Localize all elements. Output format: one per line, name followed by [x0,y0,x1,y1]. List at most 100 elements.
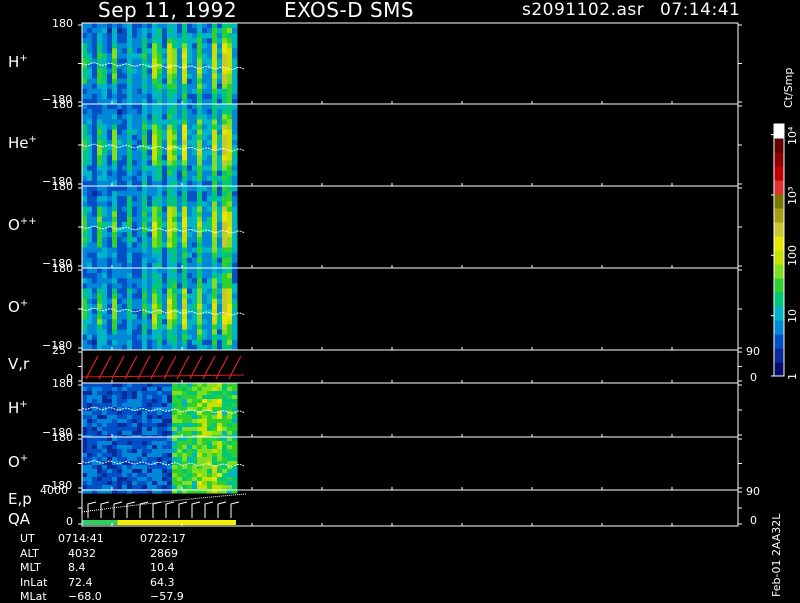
heatmap-cell [192,437,198,442]
heatmap-cell [137,453,143,458]
heatmap-cell [207,469,213,474]
heatmap-cell [227,221,233,228]
heatmap-cell [202,242,208,248]
heatmap-cell [132,319,138,325]
heatmap-cell [182,58,188,64]
heatmap-cell [232,186,238,192]
title-time: 07:14:41 [660,0,741,20]
heatmap-cell [222,473,228,478]
heatmap-cell [197,68,203,75]
heatmap-cell [117,201,123,207]
heatmap-cell [222,201,228,207]
heatmap-cell [92,227,98,233]
heatmap-cell [232,293,238,300]
heatmap-cell [132,324,138,330]
heatmap-cell [112,78,118,85]
heatmap-cell [137,465,143,470]
heatmap-cell [232,165,238,172]
heatmap-cell [157,73,163,80]
heatmap-cell [147,273,153,279]
heatmap-cell [187,278,193,284]
heatmap-cell [167,465,173,470]
heatmap-cell [162,441,168,446]
heatmap-cell [172,339,178,346]
heatmap-cell [102,465,108,470]
heatmap-cell [127,469,133,474]
heatmap-cell [217,252,223,259]
heatmap-cell [92,48,98,54]
heatmap-cell [202,73,208,80]
heatmap-cell [172,221,178,228]
heatmap-cell [132,68,138,75]
heatmap-cell [177,293,183,300]
heatmap-cell [217,457,223,462]
heatmap-cell [92,196,98,202]
heatmap-cell [167,201,173,207]
heatmap-cell [92,411,98,416]
heatmap-cell [232,339,238,346]
heatmap-cell [162,247,168,254]
heatmap-cell [112,391,118,396]
heatmap-cell [167,431,173,436]
heatmap-cell [207,383,213,388]
heatmap-cell [142,160,148,166]
heatmap-cell [152,445,158,450]
heatmap-cell [217,303,223,310]
heatmap-cell [192,485,198,490]
heatmap-cell [167,114,173,120]
heatmap-cell [102,206,108,213]
heatmap-cell [182,278,188,284]
heatmap-cell [212,216,218,223]
heatmap-cell [167,232,173,238]
heatmap-cell [157,150,163,156]
heatmap-cell [212,124,218,131]
heatmap-cell [107,196,113,202]
heatmap-cell [142,288,148,295]
heatmap-cell [127,139,133,146]
heatmap-cell [177,283,183,289]
heatmap-cell [172,186,178,192]
heatmap-cell [137,391,143,396]
heatmap-cell [182,399,188,404]
heatmap-cell [92,109,98,115]
heatmap-cell [82,329,88,336]
heatmap-cell [192,150,198,156]
heatmap-cell [122,53,128,59]
heatmap-cell [112,319,118,325]
heatmap-cell [137,485,143,490]
heatmap-cell [157,58,163,64]
heatmap-cell [182,201,188,207]
heatmap-cell [227,473,233,478]
heatmap-cell [222,191,228,197]
heatmap-cell [152,83,158,90]
heatmap-cell [212,242,218,248]
heatmap-cell [202,303,208,310]
heatmap-cell [117,419,123,424]
heatmap-cell [217,453,223,458]
heatmap-cell [102,423,108,428]
heatmap-cell [127,78,133,85]
heatmap-cell [97,477,103,482]
heatmap-cell [202,441,208,446]
heatmap-cell [182,134,188,141]
heatmap-cell [127,481,133,486]
heatmap-cell [172,43,178,49]
heatmap-cell [117,38,123,44]
heatmap-cell [202,391,208,396]
heatmap-cell [167,457,173,462]
heatmap-cell [127,283,133,289]
heatmap-cell [212,33,218,39]
heatmap-cell [217,469,223,474]
heatmap-cell [107,109,113,115]
heatmap-cell [142,303,148,310]
heatmap-cell [132,383,138,388]
heatmap-cell [132,403,138,408]
heatmap-cell [197,437,203,442]
heatmap-cell [162,465,168,470]
heatmap-cell [182,73,188,80]
heatmap-cell [92,170,98,177]
heatmap-cell [202,165,208,172]
heatmap-cell [127,334,133,341]
heatmap-cell [192,314,198,320]
heatmap-cell [212,58,218,64]
